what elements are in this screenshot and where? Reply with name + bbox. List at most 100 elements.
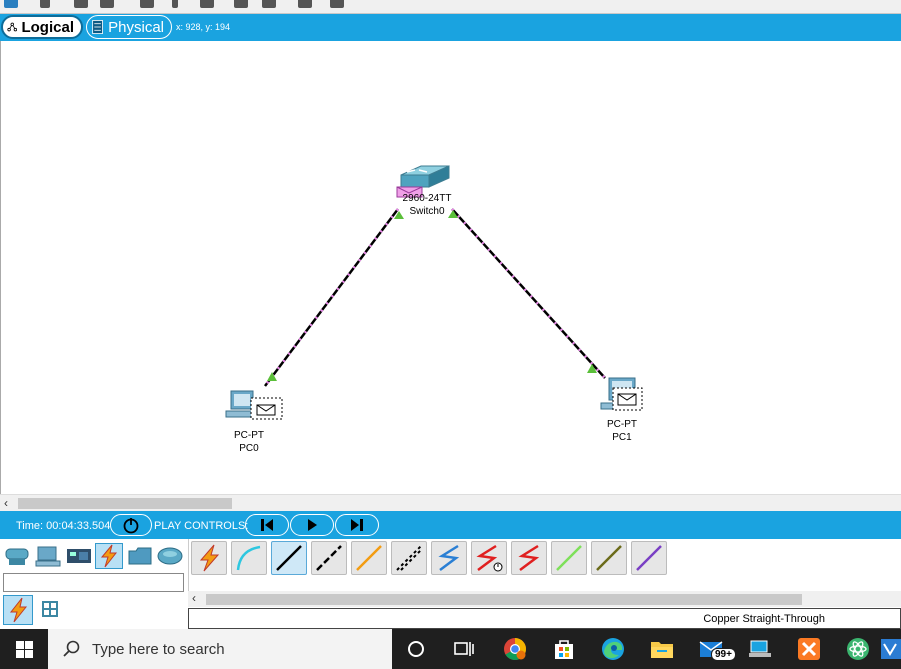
mode-bar: Logical Physical x: 928, y: 194 (0, 14, 901, 41)
link-switch0-pc1[interactable] (451, 208, 606, 379)
windows-taskbar: Type here to search 99+ (0, 629, 901, 669)
cable-panel-scrollbar[interactable]: ‹ (188, 591, 901, 607)
console-cable-icon[interactable] (231, 541, 267, 575)
mail-unread-badge: 99+ (711, 648, 736, 661)
coaxial-icon[interactable] (431, 541, 467, 575)
taskbar-search-box[interactable]: Type here to search (48, 629, 392, 669)
skip-forward-icon (351, 519, 363, 531)
tab-logical[interactable]: Logical (1, 15, 83, 39)
end-devices-icon[interactable] (34, 543, 62, 569)
pc1-model: PC-PT (607, 419, 637, 430)
cursor-coordinates: x: 928, y: 194 (176, 22, 231, 32)
inspect-icon[interactable] (172, 0, 178, 8)
device-category-bar (0, 539, 187, 573)
copper-cross-over-icon[interactable] (311, 541, 347, 575)
scrollbar-thumb[interactable] (206, 594, 802, 605)
pc0-label: PC-PT PC0 (219, 429, 279, 455)
tab-logical-label: Logical (21, 18, 74, 36)
skip-back-icon (261, 519, 273, 531)
visual-studio-icon (881, 639, 901, 659)
windows-logo-icon (15, 640, 33, 658)
serial-dce-icon[interactable] (471, 541, 507, 575)
atom-icon (847, 638, 869, 660)
place-note-icon[interactable] (74, 0, 88, 8)
power-cycle-icon (123, 518, 139, 534)
realtime-bar: Time: 00:04:33.504 PLAY CONTROLS: (0, 511, 901, 539)
link-switch0-pc0[interactable] (264, 208, 399, 387)
switch0-label: 2960-24TT Switch0 (389, 192, 465, 218)
serial-dte-icon[interactable] (511, 541, 547, 575)
miscellaneous-icon[interactable] (126, 543, 154, 569)
cable-name-bar: Copper Straight-Through (188, 608, 901, 629)
shape-ellipse-icon[interactable] (234, 0, 248, 8)
store-taskbar-button[interactable] (540, 629, 588, 669)
selected-cable-name: Copper Straight-Through (703, 613, 825, 625)
task-view-icon (454, 642, 474, 656)
task-view-button[interactable] (440, 629, 488, 669)
workspace-horizontal-scrollbar[interactable]: ‹ (0, 494, 901, 511)
taskbar-search-placeholder: Type here to search (92, 640, 225, 658)
fiber-icon[interactable] (351, 541, 387, 575)
device-subtype-bar (0, 595, 187, 629)
packet-tracer-taskbar-button[interactable] (736, 629, 784, 669)
step-forward-button[interactable] (335, 514, 379, 536)
switch0-name: Switch0 (409, 206, 445, 217)
chrome-icon (504, 638, 526, 660)
edge-taskbar-button[interactable] (589, 629, 637, 669)
search-icon (63, 640, 80, 657)
connections-icon[interactable] (95, 543, 123, 569)
cable-types-panel (188, 539, 901, 591)
pc1-name: PC1 (612, 432, 632, 443)
iot-custom-cable-icon[interactable] (591, 541, 627, 575)
components-icon[interactable] (65, 543, 93, 569)
pc1-device-icon[interactable] (600, 377, 643, 411)
top-toolbar (0, 0, 901, 14)
add-simple-pdu-icon[interactable] (298, 0, 312, 8)
store-bag-icon (555, 640, 573, 659)
start-button[interactable] (0, 629, 48, 669)
usb-cable-icon[interactable] (631, 541, 667, 575)
scroll-left-icon[interactable]: ‹ (192, 591, 196, 605)
network-devices-icon[interactable] (3, 543, 31, 569)
freeform-icon[interactable] (262, 0, 276, 8)
cortana-button[interactable] (392, 629, 440, 669)
delete-icon[interactable] (140, 0, 154, 8)
copper-straight-through-icon[interactable] (271, 541, 307, 575)
scrollbar-thumb[interactable] (18, 498, 232, 509)
resize-shape-icon[interactable] (200, 0, 214, 8)
automatic-connection-icon[interactable] (191, 541, 227, 575)
add-complex-pdu-icon[interactable] (330, 0, 344, 8)
physical-rack-icon (92, 20, 103, 34)
xampp-taskbar-button[interactable] (785, 629, 833, 669)
tab-physical-label: Physical (108, 18, 164, 36)
visual-studio-taskbar-button[interactable] (880, 629, 901, 669)
move-tool-icon[interactable] (40, 0, 50, 8)
octal-cable-icon[interactable] (551, 541, 587, 575)
switch0-model: 2960-24TT (402, 193, 452, 204)
mail-taskbar-button[interactable]: 99+ (687, 629, 736, 669)
draw-line-icon[interactable] (100, 0, 114, 8)
tab-physical[interactable]: Physical (86, 15, 172, 39)
device-type-panel: ‹ Copper Straight-Through (0, 539, 901, 629)
pc0-device-icon[interactable] (225, 390, 283, 420)
logical-workspace[interactable]: 2960-24TT Switch0 PC-PT PC0 PC-PT PC1 (0, 41, 901, 494)
logical-topology-icon (7, 22, 18, 32)
structured-cabling-icon[interactable] (36, 595, 66, 625)
chrome-taskbar-button[interactable] (491, 629, 539, 669)
device-search-input[interactable] (3, 573, 184, 592)
play-button[interactable] (290, 514, 334, 536)
scroll-left-icon[interactable]: ‹ (4, 496, 8, 510)
edge-icon (602, 638, 624, 660)
multiuser-connection-icon[interactable] (156, 543, 184, 569)
atom-app-taskbar-button[interactable] (834, 629, 882, 669)
pc1-label: PC-PT PC1 (592, 418, 652, 444)
power-cycle-button[interactable] (110, 514, 152, 536)
file-explorer-taskbar-button[interactable] (638, 629, 686, 669)
connections-subtype-icon[interactable] (3, 595, 33, 625)
phone-cable-icon[interactable] (391, 541, 427, 575)
step-back-button[interactable] (245, 514, 289, 536)
packet-tracer-icon (749, 640, 771, 657)
play-controls-label: PLAY CONTROLS: (154, 520, 249, 532)
select-tool-icon[interactable] (4, 0, 18, 8)
simulation-time: Time: 00:04:33.504 (16, 520, 111, 532)
